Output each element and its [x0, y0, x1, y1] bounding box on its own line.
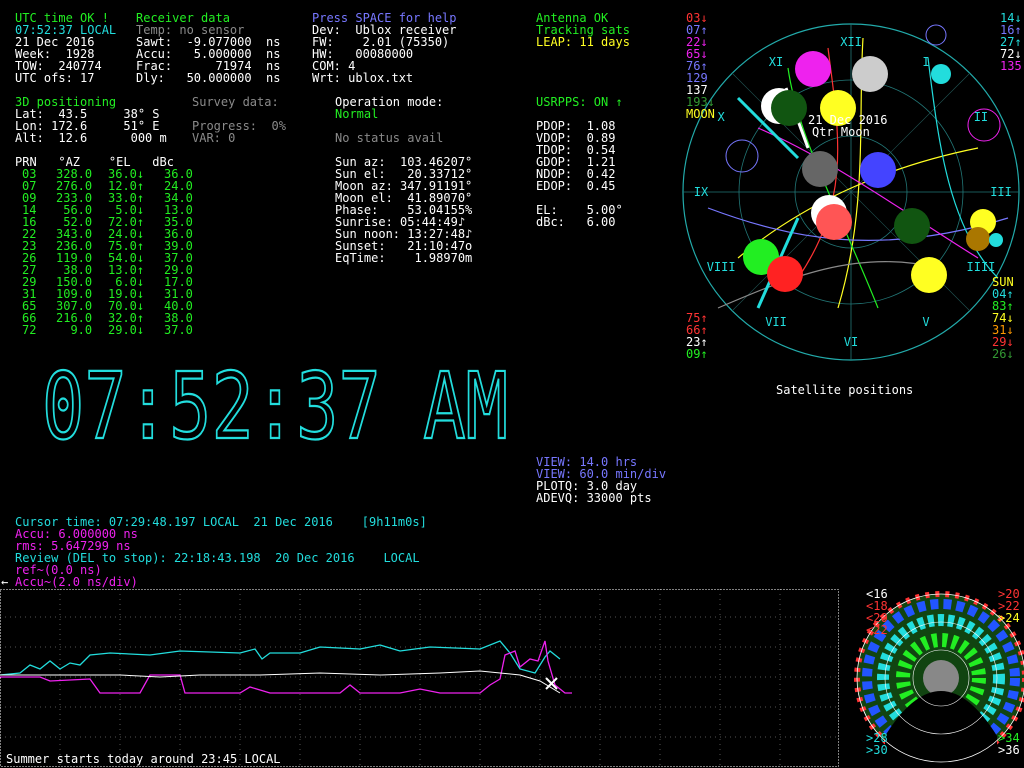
- sky-hour-label: II: [974, 110, 988, 124]
- sky-caption: Satellite positions: [776, 383, 914, 397]
- time-line: UTC ofs: 17: [15, 71, 95, 85]
- big-clock-text: 07:52:37 AM: [42, 362, 508, 442]
- signal-legend-label: <22: [866, 623, 888, 637]
- accu-scale: Accu~(2.0 ns/div): [15, 575, 138, 589]
- magenta-trace: [0, 640, 572, 694]
- signal-legend-label: >36: [998, 743, 1020, 757]
- sky-sat-label: 26↓: [992, 347, 1014, 361]
- survey-title: Survey data:: [192, 95, 279, 109]
- device-line: Wrt: ublox.txt: [312, 71, 414, 85]
- sky-hour-label: X: [717, 110, 725, 124]
- sky-sat-label: 09↑: [686, 347, 708, 361]
- sky-hour-label: III: [990, 185, 1012, 199]
- operation-status: No status avail: [335, 131, 444, 145]
- operation-mode: Normal: [335, 107, 379, 121]
- sat-table-header: PRN °AZ °EL dBc: [15, 155, 174, 169]
- sun-moon-line: EqTime: 1.98970m: [335, 251, 473, 265]
- sky-hour-label: VII: [765, 315, 787, 329]
- big-clock: 07:52:37 AM: [41, 362, 509, 442]
- adevq: ADEVQ: 33000 pts: [536, 491, 652, 505]
- sky-moon-label: Qtr Moon: [812, 125, 870, 139]
- sky-hour-label: XII: [840, 35, 862, 49]
- altitude: Alt: 12.6 000 m: [15, 131, 167, 145]
- sat-el: 29.0↓: [108, 323, 145, 337]
- sky-hour-label: VI: [844, 335, 858, 349]
- sky-hour-label: XI: [769, 55, 783, 69]
- signal-legend-label: >24: [998, 611, 1020, 625]
- scroll-left-icon[interactable]: ←: [1, 576, 8, 588]
- sky-plot: XIIIIIIIIIIIIVVIVIIVIIIIXXXI 21 Dec 2016…: [682, 23, 1020, 361]
- sky-grid: [682, 23, 1020, 361]
- dop-line: EDOP: 0.45: [536, 179, 616, 193]
- receiver-line: Dly: 50.000000 ns: [136, 71, 281, 85]
- sky-hour-label: V: [922, 315, 929, 329]
- cyan-trace: [0, 640, 561, 676]
- survey-var: VAR: 0: [192, 131, 236, 145]
- sky-sat-label: MOON: [686, 107, 715, 121]
- signal-legend-label: >30: [866, 743, 888, 757]
- usrpps-status: USRPPS: ON ↑: [536, 95, 623, 109]
- sky-hour-label: I: [922, 55, 929, 69]
- white-trace: [0, 670, 561, 694]
- sky-sat-label: 135: [1000, 59, 1022, 73]
- accuracy-graph[interactable]: Summer starts today around 23:45 LOCAL: [0, 589, 840, 768]
- sat-prn: 72: [22, 323, 37, 337]
- footer-message: Summer starts today around 23:45 LOCAL: [6, 752, 281, 766]
- mask-line: dBc: 6.00: [536, 215, 616, 229]
- sat-dbc: 37.0: [164, 323, 193, 337]
- sat-az: 9.0: [56, 323, 93, 337]
- leap-status: LEAP: 11 days: [536, 35, 630, 49]
- sky-hour-label: VIII: [707, 260, 736, 274]
- sky-hour-label: IIII: [967, 260, 996, 274]
- sky-hour-label: IX: [694, 185, 709, 199]
